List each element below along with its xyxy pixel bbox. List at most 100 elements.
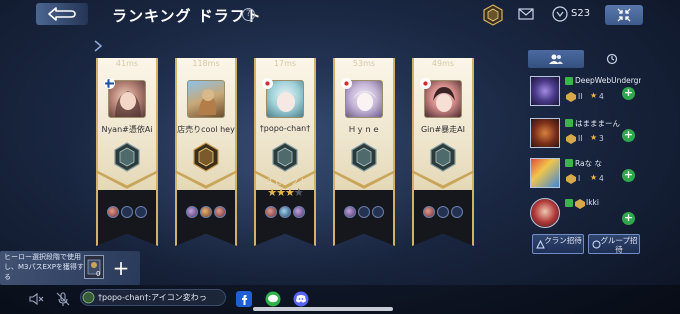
invite-button[interactable]: + [622, 212, 635, 225]
mail-icon[interactable] [518, 7, 534, 21]
friend-star-count: 4 [599, 92, 604, 101]
empty-pick-icon [451, 206, 463, 218]
tab-recent[interactable] [584, 50, 640, 68]
hero-picks [412, 206, 474, 218]
group-invite-button[interactable]: グループ招待 [588, 234, 640, 254]
rank-icon [566, 174, 576, 184]
facebook-icon[interactable] [236, 291, 252, 307]
online-check-icon [565, 119, 573, 127]
help-icon[interactable]: ? [242, 8, 255, 21]
season-icon[interactable] [552, 6, 568, 22]
friend-avatar [530, 76, 560, 106]
ping-timer: 49ms [431, 59, 455, 68]
hero-pick-icon [186, 206, 198, 218]
friends-icon [549, 54, 563, 64]
chat-message: †popo-chan†:アイコン変わっ [98, 293, 207, 302]
ping-timer: 53ms [352, 59, 376, 68]
friend-row[interactable]: はまままーん II ★ 3 + [530, 118, 640, 152]
banner-bottom [412, 190, 474, 246]
empty-star: ★ [293, 186, 304, 199]
rank-stars: ★★★★ [258, 186, 312, 199]
friend-panel: DeepWebUnderground II ★ 4 + はまままーん II ★ … [528, 50, 641, 260]
clan-invite-label: クラン招待 [544, 236, 582, 245]
group-invite-label: グループ招待 [600, 236, 638, 254]
line-icon[interactable] [265, 291, 281, 307]
speaker-muted-icon[interactable] [28, 291, 44, 307]
invite-button[interactable]: + [622, 87, 635, 100]
collapse-icon [617, 8, 631, 22]
player-name: 店売りcool hey [177, 125, 235, 134]
ping-timer: 41ms [115, 59, 139, 68]
player-slot-1[interactable]: 41ms Nyan#憑依Ai [96, 58, 158, 246]
exp-card-box[interactable]: ヒーロー選択段階で使用し、M3パスEXPを獲得する 0 + [0, 251, 140, 285]
player-slot-4[interactable]: 53ms Ｈｙｎｅ [333, 58, 395, 246]
friend-star-count: 3 [599, 134, 604, 143]
friend-name: DeepWebUnderground [575, 76, 641, 85]
menu-button[interactable] [605, 5, 643, 25]
hero-picks [254, 206, 316, 218]
japan-flag-icon [262, 78, 273, 89]
top-bar: ランキング ドラフト ? S23 [0, 0, 680, 30]
hero-pick-icon [423, 206, 435, 218]
empty-pick-icon [135, 206, 147, 218]
friend-tier: I [578, 174, 581, 183]
friend-row[interactable]: Raな な I ★ 4 + [530, 158, 640, 192]
page-title: ランキング ドラフト [112, 7, 262, 25]
empty-pick-icon [121, 206, 133, 218]
banner-bottom [96, 190, 158, 246]
tab-friends[interactable] [528, 50, 584, 68]
empty-pick-icon [372, 206, 384, 218]
clan-invite-button[interactable]: クラン招待 [532, 234, 584, 254]
friend-avatar [530, 118, 560, 148]
friend-row[interactable]: DeepWebUnderground II ★ 4 + [530, 76, 641, 110]
rank-emblem-icon[interactable] [482, 4, 504, 26]
hero-picks [175, 206, 237, 218]
banner-bottom [175, 190, 237, 246]
rank-badge-icon [114, 142, 140, 172]
mic-muted-icon[interactable] [55, 291, 71, 307]
banner-bottom [333, 190, 395, 246]
friend-row[interactable]: Ikki + [530, 198, 640, 232]
hero-pick-icon [200, 206, 212, 218]
friend-tier: II [578, 92, 583, 101]
chat-bubble-icon [82, 291, 95, 304]
player-avatar[interactable] [187, 80, 225, 118]
invite-button[interactable]: + [622, 129, 635, 142]
rank-badge-icon [351, 142, 377, 172]
player-slot-2[interactable]: 118ms 店売りcool hey [175, 58, 237, 246]
hero-pick-icon [279, 206, 291, 218]
history-icon [606, 53, 618, 65]
back-arrow-icon [48, 7, 76, 21]
rank-icon [575, 199, 585, 209]
friend-tier: II [578, 134, 583, 143]
add-exp-card-button[interactable]: + [108, 255, 134, 281]
exp-card-count: 0 [96, 270, 101, 278]
back-button[interactable] [36, 3, 88, 25]
filled-stars: ★★★ [267, 186, 295, 199]
player-slot-3[interactable]: 17ms †popo-chan† エピック I ★★★★ [254, 58, 316, 246]
ping-timer: 17ms [273, 59, 297, 68]
star-icon: ★ [590, 133, 598, 142]
player-name: Gin#暴走AI [420, 125, 466, 134]
friend-name: Ikki [586, 198, 599, 207]
rank-badge-icon [430, 142, 456, 172]
panel-tabs [528, 50, 640, 68]
japan-flag-icon [420, 78, 431, 89]
ping-timer: 118ms [192, 59, 220, 68]
clan-icon [536, 240, 545, 249]
expand-chevron-icon[interactable] [92, 40, 104, 52]
hero-pick-icon [293, 206, 305, 218]
home-indicator [253, 307, 393, 311]
friend-star-count: 4 [599, 174, 604, 183]
rank-icon [566, 134, 576, 144]
invite-button[interactable]: + [622, 169, 635, 182]
discord-icon[interactable] [293, 291, 309, 307]
exp-card-icon [84, 255, 104, 279]
online-check-icon [565, 159, 573, 167]
hero-picks [333, 206, 395, 218]
season-label: S23 [571, 8, 591, 19]
exp-hint-text: ヒーロー選択段階で使用し、M3パスEXPを獲得する [4, 253, 84, 281]
friend-avatar [530, 198, 560, 228]
online-check-icon [565, 77, 573, 85]
player-slot-5[interactable]: 49ms Gin#暴走AI [412, 58, 474, 246]
